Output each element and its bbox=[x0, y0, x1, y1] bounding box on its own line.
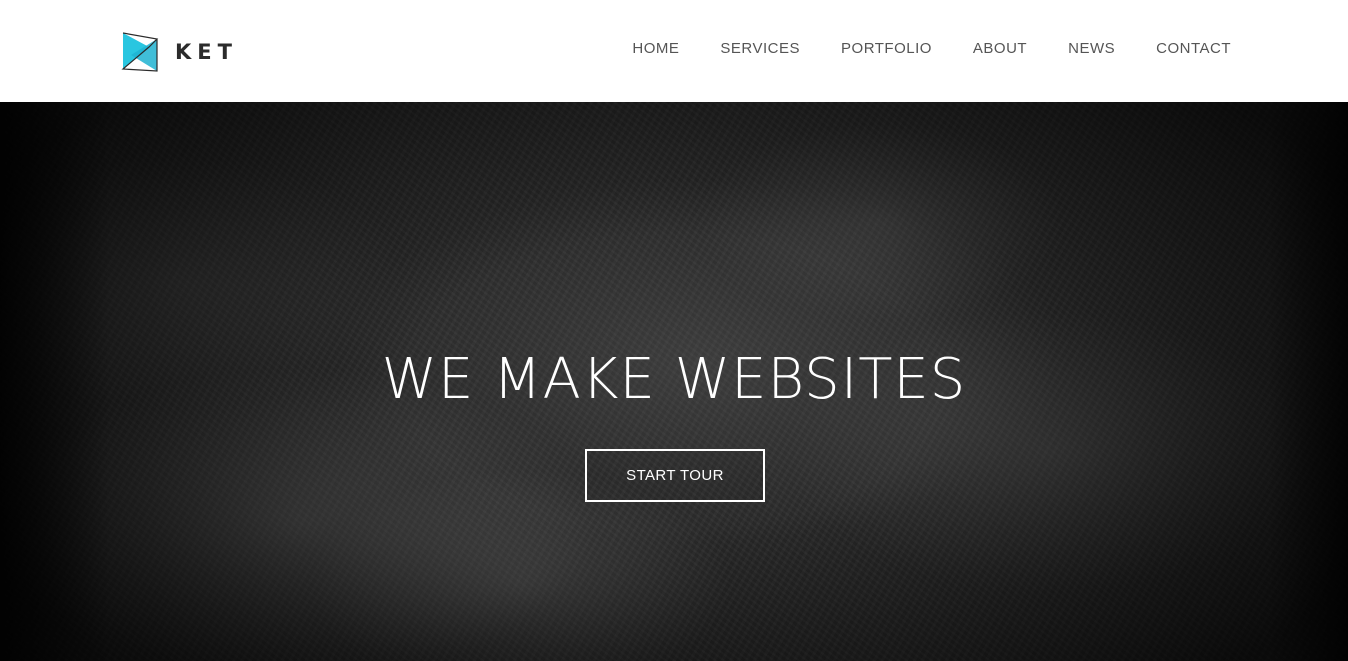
nav-item-services[interactable]: SERVICES bbox=[720, 40, 800, 57]
site-header: KET HOME SERVICES PORTFOLIO ABOUT NEWS C… bbox=[0, 0, 1348, 102]
nav-item-news[interactable]: NEWS bbox=[1068, 40, 1115, 57]
hero-section: WE MAKE WEBSITES START TOUR bbox=[0, 102, 1348, 661]
start-tour-button[interactable]: START TOUR bbox=[585, 449, 765, 502]
nav-item-about[interactable]: ABOUT bbox=[973, 40, 1027, 57]
nav-item-portfolio[interactable]: PORTFOLIO bbox=[841, 40, 932, 57]
triangle-logo-icon bbox=[121, 32, 159, 72]
logo[interactable]: KET bbox=[121, 31, 238, 73]
nav-item-contact[interactable]: CONTACT bbox=[1156, 40, 1231, 57]
nav-item-home[interactable]: HOME bbox=[632, 40, 679, 57]
page: KET HOME SERVICES PORTFOLIO ABOUT NEWS C… bbox=[0, 0, 1348, 661]
main-nav: HOME SERVICES PORTFOLIO ABOUT NEWS CONTA… bbox=[632, 40, 1231, 57]
logo-text: KET bbox=[175, 40, 238, 64]
hero-title: WE MAKE WEBSITES bbox=[381, 347, 967, 412]
